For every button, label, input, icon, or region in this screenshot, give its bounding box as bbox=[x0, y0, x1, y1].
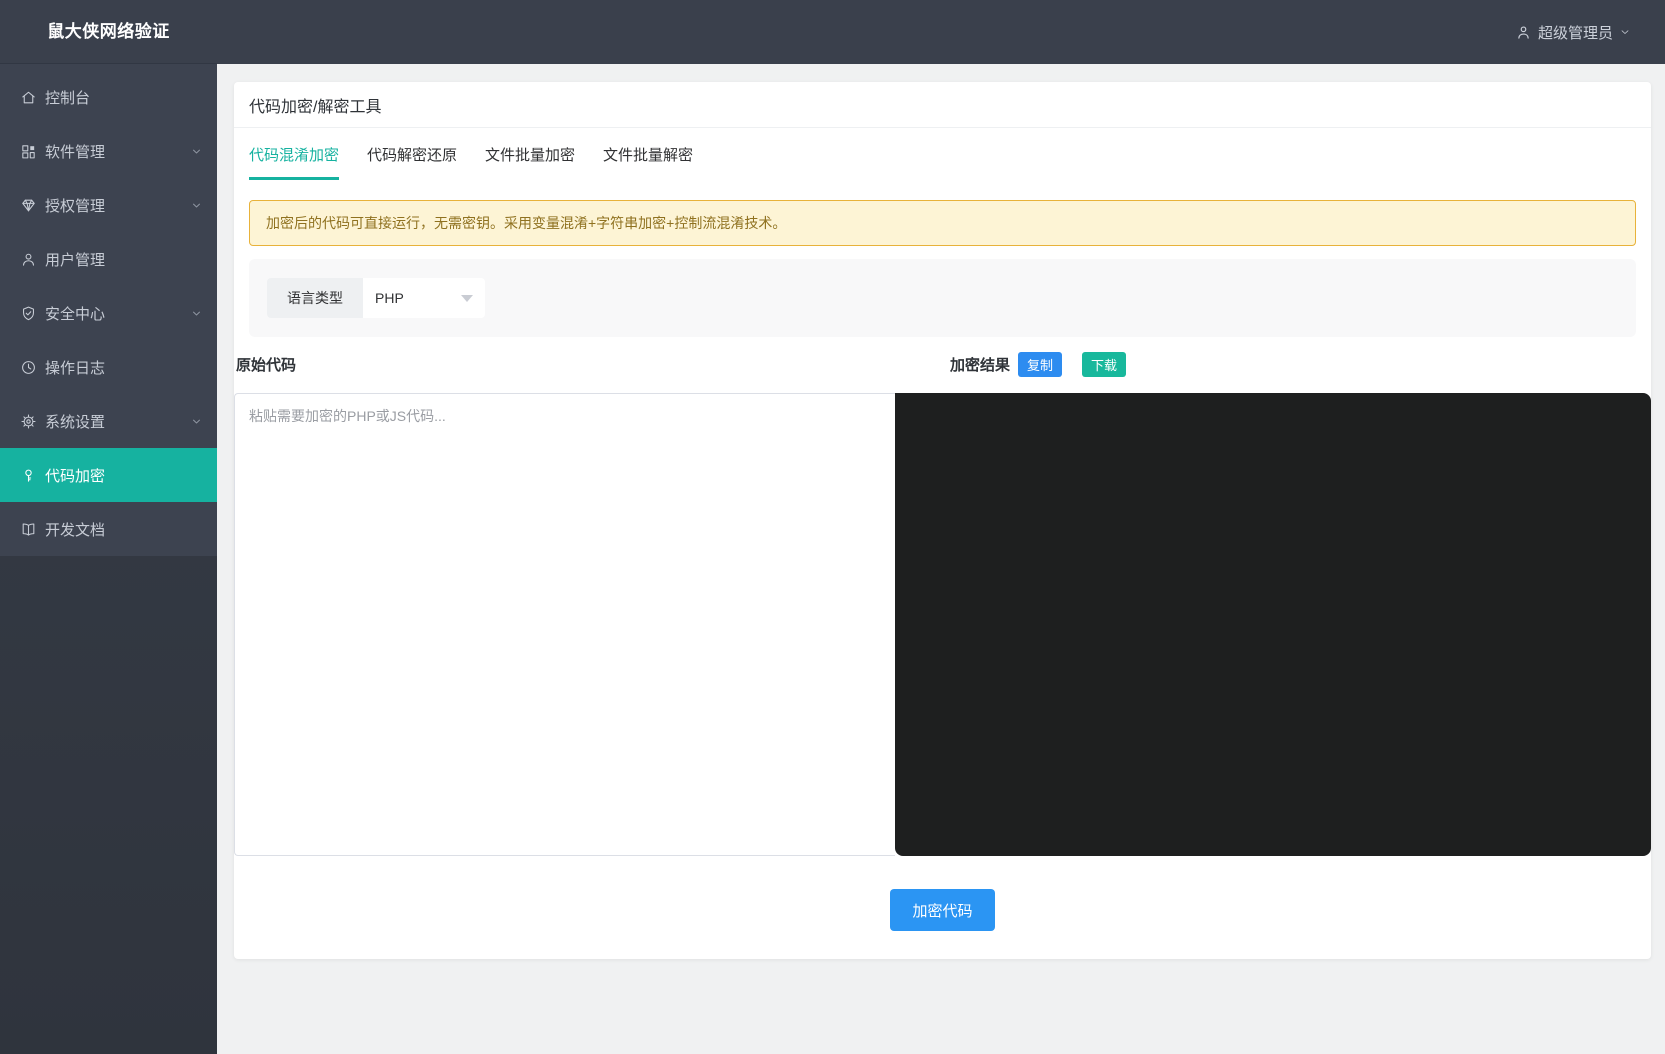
result-label-wrap: 加密结果 复制 下载 bbox=[895, 352, 1651, 377]
source-label: 原始代码 bbox=[236, 357, 296, 374]
page-title: 代码加密/解密工具 bbox=[249, 93, 381, 117]
tool-card: 代码加密/解密工具 代码混淆加密 代码解密还原 文件批量加密 文件批量解密 加密… bbox=[234, 82, 1651, 959]
tab-obfuscate-encrypt[interactable]: 代码混淆加密 bbox=[249, 144, 339, 180]
main-column: 超级管理员 代码加密/解密工具 代码混淆加密 代码解密还原 文件批量加密 文件批… bbox=[217, 0, 1665, 1054]
sidebar-item-license[interactable]: 授权管理 bbox=[0, 178, 217, 232]
sidebar-item-dashboard[interactable]: 控制台 bbox=[0, 70, 217, 124]
apps-icon bbox=[20, 143, 37, 160]
sidebar-item-security[interactable]: 安全中心 bbox=[0, 286, 217, 340]
shield-check-icon bbox=[20, 305, 37, 322]
download-button[interactable]: 下载 bbox=[1082, 352, 1126, 377]
topbar: 超级管理员 bbox=[217, 0, 1665, 64]
action-row: 加密代码 bbox=[234, 889, 1651, 931]
language-group: 语言类型 PHP bbox=[267, 278, 485, 318]
options-panel: 语言类型 PHP bbox=[249, 259, 1636, 337]
chevron-down-icon bbox=[190, 307, 203, 320]
app-root: 鼠大侠网络验证 控制台 软件管理 授权管理 bbox=[0, 0, 1665, 1054]
chevron-down-icon bbox=[190, 415, 203, 428]
encrypted-result-output[interactable] bbox=[895, 393, 1651, 856]
sidebar-item-label: 操作日志 bbox=[45, 357, 105, 378]
tab-decrypt-restore[interactable]: 代码解密还原 bbox=[367, 144, 457, 180]
chevron-down-icon bbox=[1619, 26, 1631, 38]
encrypt-code-button[interactable]: 加密代码 bbox=[890, 889, 995, 931]
sidebar-item-label: 用户管理 bbox=[45, 249, 105, 270]
sidebar-item-label: 系统设置 bbox=[45, 411, 105, 432]
key-icon bbox=[20, 467, 37, 484]
sidebar-item-label: 安全中心 bbox=[45, 303, 105, 324]
sidebar-item-label: 授权管理 bbox=[45, 195, 105, 216]
home-icon bbox=[20, 89, 37, 106]
sidebar-item-docs[interactable]: 开发文档 bbox=[0, 502, 217, 556]
gear-icon bbox=[20, 413, 37, 430]
book-icon bbox=[20, 521, 37, 538]
tab-bar: 代码混淆加密 代码解密还原 文件批量加密 文件批量解密 bbox=[234, 144, 1651, 180]
user-name: 超级管理员 bbox=[1538, 22, 1613, 43]
info-alert: 加密后的代码可直接运行，无需密钥。采用变量混淆+字符串加密+控制流混淆技术。 bbox=[249, 200, 1636, 246]
sidebar-menu: 控制台 软件管理 授权管理 用户管理 bbox=[0, 64, 217, 556]
sidebar-item-label: 代码加密 bbox=[45, 465, 105, 486]
sidebar-item-settings[interactable]: 系统设置 bbox=[0, 394, 217, 448]
language-select[interactable]: PHP bbox=[363, 278, 485, 318]
content-area: 代码加密/解密工具 代码混淆加密 代码解密还原 文件批量加密 文件批量解密 加密… bbox=[217, 64, 1665, 1054]
chevron-down-icon bbox=[190, 145, 203, 158]
clock-icon bbox=[20, 359, 37, 376]
sidebar-item-logs[interactable]: 操作日志 bbox=[0, 340, 217, 394]
source-code-input[interactable] bbox=[234, 393, 895, 856]
sidebar: 鼠大侠网络验证 控制台 软件管理 授权管理 bbox=[0, 0, 217, 1054]
editors-row bbox=[234, 393, 1651, 856]
chevron-down-icon bbox=[190, 199, 203, 212]
user-icon bbox=[20, 251, 37, 268]
result-label: 加密结果 bbox=[950, 354, 1010, 375]
app-logo: 鼠大侠网络验证 bbox=[0, 0, 217, 64]
language-label: 语言类型 bbox=[267, 278, 363, 318]
editor-labels-row: 原始代码 加密结果 复制 下载 bbox=[234, 351, 1651, 377]
sidebar-item-label: 软件管理 bbox=[45, 141, 105, 162]
sidebar-item-code-encrypt[interactable]: 代码加密 bbox=[0, 448, 217, 502]
tab-batch-decrypt[interactable]: 文件批量解密 bbox=[603, 144, 693, 180]
alert-text: 加密后的代码可直接运行，无需密钥。采用变量混淆+字符串加密+控制流混淆技术。 bbox=[266, 213, 786, 233]
caret-down-icon bbox=[461, 295, 473, 302]
language-value: PHP bbox=[375, 290, 404, 306]
sidebar-item-label: 开发文档 bbox=[45, 519, 105, 540]
source-label-wrap: 原始代码 bbox=[234, 354, 895, 375]
sidebar-item-users[interactable]: 用户管理 bbox=[0, 232, 217, 286]
gem-icon bbox=[20, 197, 37, 214]
card-header: 代码加密/解密工具 bbox=[234, 82, 1651, 128]
user-avatar-icon bbox=[1515, 24, 1532, 41]
sidebar-item-software[interactable]: 软件管理 bbox=[0, 124, 217, 178]
user-menu[interactable]: 超级管理员 bbox=[1515, 22, 1631, 43]
copy-button[interactable]: 复制 bbox=[1018, 352, 1062, 377]
tab-batch-encrypt[interactable]: 文件批量加密 bbox=[485, 144, 575, 180]
sidebar-item-label: 控制台 bbox=[45, 87, 90, 108]
